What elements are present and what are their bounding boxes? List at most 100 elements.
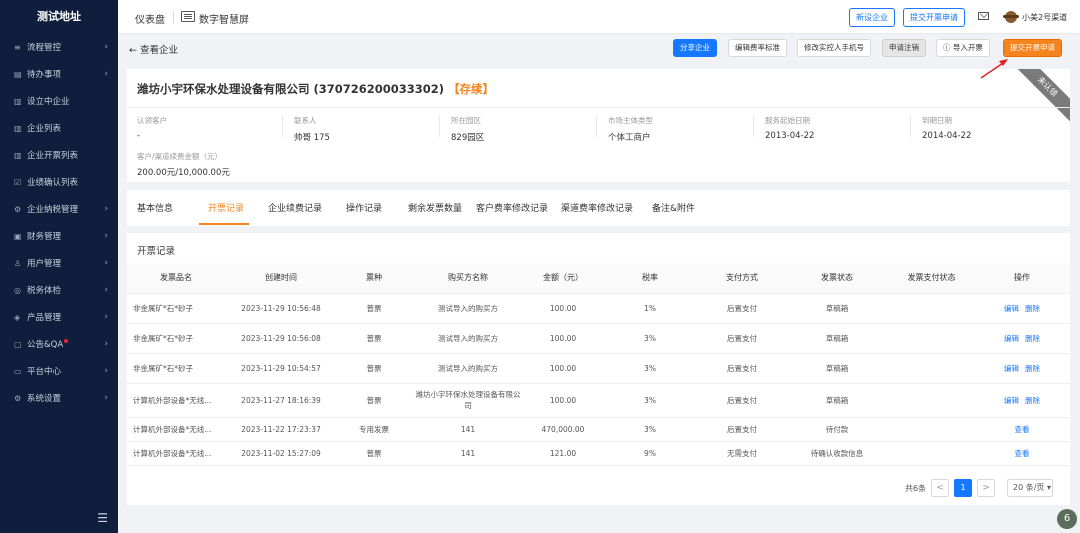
sidebar-item[interactable]: ⚙ 系统设置 › [0,385,118,412]
view-link[interactable]: 查看 [1015,425,1030,434]
next-page-button[interactable]: > [977,479,995,497]
apply-cancel-button[interactable]: 申请注销 [882,39,926,57]
import-invoice-button[interactable]: ⓘ 导入开票 [936,39,990,57]
delete-link[interactable]: 删除 [1025,334,1040,343]
avatar[interactable] [1003,11,1019,23]
table-cell: 100.00 [525,323,601,354]
table-cell: 计算机外部设备*无线... [127,383,225,418]
menu-icon: ▢ [14,340,22,349]
sidebar-item[interactable]: ◎ 税务体检 › [0,277,118,304]
sidebar-item-label: 公告&QA [27,340,64,350]
sidebar-item-label: 企业开票列表 [27,151,79,161]
top-submit-invoice-button[interactable]: 提交开票申请 [903,8,965,27]
collapse-menu-icon[interactable]: ☰ [97,511,108,525]
share-company-button[interactable]: 分享企业 [673,39,717,57]
tab[interactable]: 备注&附件 [652,201,695,214]
tab[interactable]: 基本信息 [137,201,173,214]
sidebar-item[interactable]: ▭ 平台中心 › [0,358,118,385]
table-cell: 3% [601,353,699,384]
column-header: 发票状态 [785,263,889,294]
edit-link[interactable]: 编辑 [1004,334,1019,343]
sidebar-item[interactable]: ▥ 设立中企业 [0,88,118,115]
menu-icon: ▥ [14,97,22,106]
page-header: ← 查看企业 分享企业 编辑费率标准 修改实控人手机号 申请注销 ⓘ 导入开票 … [118,34,1080,62]
sidebar-item[interactable]: ≡ 流程管控 › [0,34,118,61]
table-cell: 1% [601,293,699,324]
sidebar-item[interactable]: ⚙ 企业纳税管理 › [0,196,118,223]
sidebar-menu: ≡ 流程管控 › ▤ 待办事项 › ▥ 设立中企业 ▥ 企业列表 ▥ 企业开票列表 ☑ 业绩确认列表 ⚙ 企业… [0,34,118,412]
table-cell: 专用发票 [337,417,411,442]
delete-link[interactable]: 删除 [1025,364,1040,373]
info-field: 联系人 帅哥 175 [282,115,330,143]
chevron-right-icon: › [104,393,108,403]
sidebar-item[interactable]: ▣ 财务管理 › [0,223,118,250]
tab[interactable]: 客户费率修改记录 [476,201,548,214]
tab-dashboard[interactable]: 仪表盘 [135,11,165,26]
sidebar-item-label: 流程管控 [27,43,62,53]
sidebar-item-label: 企业列表 [27,124,62,134]
renewal-amount-value: 200.00元/10,000.00元 [137,168,230,178]
view-link[interactable]: 查看 [1015,449,1030,458]
edit-link[interactable]: 编辑 [1004,304,1019,313]
divider [753,115,754,137]
column-header: 操作 [974,263,1070,294]
table-cell: 2023-11-27 18:16:39 [225,383,337,418]
table-cell: 100.00 [525,383,601,418]
delete-link[interactable]: 删除 [1025,304,1040,313]
sidebar-item[interactable]: ▥ 企业开票列表 [0,142,118,169]
mail-icon[interactable] [978,12,989,20]
tab[interactable]: 渠道费率修改记录 [561,201,633,214]
table-row: 计算机外部设备*无线... 2023-11-27 18:16:39 普票 潍坊小宇环保… [127,383,1070,418]
new-company-button[interactable]: 新设企业 [849,8,895,27]
username[interactable]: 小美2号渠道 [1022,12,1067,23]
table-cell: 测试导入的购买方 [411,353,525,384]
prev-page-button[interactable]: < [931,479,949,497]
sidebar-item[interactable]: ▤ 待办事项 › [0,61,118,88]
page-1-button[interactable]: 1 [954,479,972,497]
edit-link[interactable]: 编辑 [1004,396,1019,405]
actions-cell: 编辑 删除 [974,323,1070,354]
delete-link[interactable]: 删除 [1025,396,1040,405]
corner-badge[interactable]: 6 [1057,509,1077,529]
sidebar-item[interactable]: ☑ 业绩确认列表 [0,169,118,196]
table-cell: 普票 [337,293,411,324]
actions-cell: 查看 [974,417,1070,442]
edit-phone-button[interactable]: 修改实控人手机号 [797,39,871,57]
status-badge: 【存续】 [448,82,495,96]
brand-title: 测试地址 [37,10,81,23]
table-cell: 后置支付 [699,383,785,418]
submit-invoice-button[interactable]: 提交开票申请 [1003,39,1062,57]
tab-digital-screen[interactable]: 数字智慧屏 [199,11,249,26]
menu-icon: ◎ [14,286,21,295]
sidebar-item[interactable]: ◈ 产品管理 › [0,304,118,331]
table-cell: 121.00 [525,441,601,466]
table-cell [889,323,974,354]
sidebar-item[interactable]: ▥ 企业列表 [0,115,118,142]
tab[interactable]: 企业续费记录 [268,201,322,214]
table-row: 计算机外部设备*无线... 2023-11-02 15:27:09 普票 141 121… [127,441,1070,466]
chevron-right-icon: › [104,231,108,241]
unclaimed-ribbon: 未认领 [1009,69,1070,125]
table-cell: 100.00 [525,353,601,384]
renewal-amount: 客户/渠道续费金额（元） 200.00元/10,000.00元 [137,151,230,178]
edit-link[interactable]: 编辑 [1004,364,1019,373]
info-value: 2013-04-22 [765,131,815,141]
info-field: 服务起始日期 2013-04-22 [753,115,815,141]
table-cell [889,417,974,442]
back-link[interactable]: ← 查看企业 [129,42,178,56]
sidebar-item[interactable]: ▢ 公告&QA › [0,331,118,358]
tab[interactable]: 开票记录 [208,201,244,214]
tab[interactable]: 操作记录 [346,201,382,214]
table-cell: 后置支付 [699,323,785,354]
page-size-select[interactable]: 20 条/页 ▾ [1007,479,1053,497]
edit-rate-button[interactable]: 编辑费率标准 [728,39,787,57]
tab[interactable]: 剩余发票数量 [408,201,462,214]
info-field: 市场主体类型 个体工商户 [596,115,653,143]
table-cell: 待确认收款信息 [785,441,889,466]
table-cell: 2023-11-29 10:54:57 [225,353,337,384]
chevron-right-icon: › [104,258,108,268]
table-row: 计算机外部设备*无线... 2023-11-22 17:23:37 专用发票 141 4… [127,417,1070,442]
question-circle-icon: ⓘ [943,43,953,52]
sidebar-item[interactable]: ♙ 用户管理 › [0,250,118,277]
table-row: 非金属矿*石*砂子 2023-11-29 10:56:08 普票 测试导入的购买方 10… [127,323,1070,354]
